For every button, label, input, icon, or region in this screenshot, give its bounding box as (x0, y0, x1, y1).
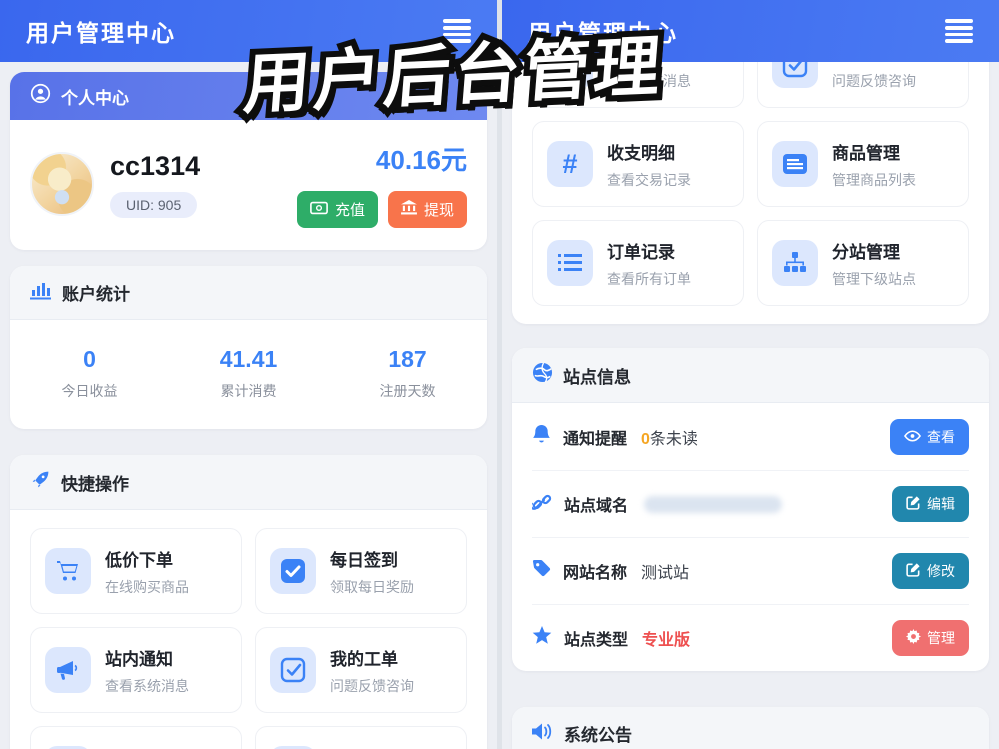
bank-icon (401, 200, 417, 219)
announce-section-header: 系统公告 (512, 707, 989, 749)
uid-badge: UID: 905 (110, 191, 198, 218)
stats-section-title: 账户统计 (62, 285, 130, 304)
check-outline-icon (270, 647, 316, 693)
hash-icon: # (547, 141, 593, 187)
stat-today-income: 0 今日收益 (61, 346, 118, 399)
profile-info: cc1314 UID: 905 (110, 151, 200, 218)
profile-card: 个人中心 cc1314 UID: 905 40.16元 充值 提现 (10, 72, 487, 250)
site-section-title: 站点信息 (563, 367, 631, 387)
row-notifications: 通知提醒 0条未读 查看 (532, 403, 969, 470)
app-title: 用户管理中心 (26, 20, 176, 46)
profile-section-header: 个人中心 (10, 72, 487, 120)
link-icon (529, 492, 552, 517)
stats-card: 账户统计 0 今日收益 41.41 累计消费 187 注册天数 (10, 266, 487, 429)
quick-section-header: 快捷操作 (10, 455, 487, 510)
action-transactions[interactable]: # 收支明细 查看交易记录 (30, 726, 242, 749)
action-substation-manage[interactable]: 分站管理 管理下级站点 (757, 220, 969, 306)
quick-actions-card: 快捷操作 低价下单 在线购买商品 每日签到 领取每日奖励 站内通知 查看系统消息… (10, 455, 487, 749)
action-transactions[interactable]: # 收支明细 查看交易记录 (532, 121, 744, 207)
stats-section-header: 账户统计 (10, 266, 487, 320)
row-site-domain: 站点域名 编辑 (529, 470, 969, 537)
manage-button[interactable]: 管理 (892, 620, 969, 656)
quick-actions-grid: 低价下单 在线购买商品 每日签到 领取每日奖励 站内通知 查看系统消息 我的工单… (10, 510, 487, 749)
globe-icon (532, 362, 553, 388)
site-section-header: 站点信息 (512, 348, 989, 403)
action-site-notice[interactable]: 站内通知 查看系统消息 (30, 627, 242, 713)
right-content: 站内通知 查看系统消息 我的工单 问题反馈咨询 # (502, 62, 999, 749)
withdraw-button[interactable]: 提现 (387, 191, 467, 228)
view-button[interactable]: 查看 (890, 418, 969, 455)
site-info-card: 站点信息 通知提醒 0条未读 查看 站点域名 编辑 网站名称 测试站 修改 站点… (512, 348, 989, 671)
edit-domain-button[interactable]: 编辑 (892, 486, 969, 522)
star-icon (532, 626, 552, 650)
check-solid-icon (270, 548, 316, 594)
person-circle-icon (30, 83, 51, 109)
speaker-icon (532, 722, 554, 746)
action-site-notice[interactable]: 站内通知 查看系统消息 (532, 62, 744, 108)
edit-icon (906, 562, 921, 580)
unread-count: 0 (641, 430, 650, 448)
action-product-manage[interactable]: 商品管理 管理商品列表 (757, 121, 969, 207)
stats-body: 0 今日收益 41.41 累计消费 187 注册天数 (10, 320, 487, 429)
action-order-history[interactable]: 订单记录 查看所有订单 (532, 220, 744, 306)
avatar[interactable] (30, 152, 94, 216)
announcements-card: 系统公告 (512, 707, 989, 749)
right-phone-screen: 用户管理中心 站内通知 查看系统消息 (502, 0, 999, 749)
table-icon (772, 141, 818, 187)
edit-icon (906, 495, 921, 513)
profile-section-title: 个人中心 (61, 88, 129, 108)
megaphone-icon (547, 62, 593, 88)
action-low-price-order[interactable]: 低价下单 在线购买商品 (30, 528, 242, 614)
recharge-button[interactable]: 充值 (296, 191, 378, 228)
username: cc1314 (110, 150, 201, 181)
megaphone-icon (45, 647, 91, 693)
app-title: 用户管理中心 (528, 20, 678, 46)
list-icon (547, 240, 593, 286)
site-name-value: 测试站 (641, 565, 690, 582)
bar-chart-icon (30, 280, 52, 305)
app-bar: 用户管理中心 (502, 0, 999, 62)
app-bar: 用户管理中心 (0, 0, 497, 62)
row-site-type: 站点类型 专业版 管理 (532, 604, 969, 671)
bell-icon (532, 424, 551, 450)
sitemap-icon (772, 240, 818, 286)
tag-icon (532, 559, 551, 583)
balance-block: 40.16元 充值 提现 (296, 140, 467, 228)
blurred-domain-value (644, 495, 783, 513)
rocket-icon (30, 469, 51, 495)
stat-total-spend: 41.41 累计消费 (219, 346, 278, 399)
left-content: 个人中心 cc1314 UID: 905 40.16元 充值 提现 账户统计 0… (0, 62, 497, 749)
action-daily-checkin[interactable]: 每日签到 领取每日奖励 (255, 528, 467, 614)
left-phone-screen: 用户管理中心 个人中心 cc1314 UID: 905 40.16元 充值 提现… (0, 0, 497, 749)
eye-icon (904, 429, 921, 445)
action-product-manage[interactable]: 商品管理 管理商品列表 (255, 726, 467, 749)
action-my-tickets[interactable]: 我的工单 问题反馈咨询 (255, 627, 467, 713)
menu-icon[interactable] (945, 19, 973, 43)
quick-actions-grid: 站内通知 查看系统消息 我的工单 问题反馈咨询 # (512, 62, 989, 324)
site-type-value: 专业版 (642, 632, 691, 649)
banknote-icon (310, 201, 328, 219)
announce-section-title: 系统公告 (564, 726, 632, 745)
action-my-tickets[interactable]: 我的工单 问题反馈咨询 (757, 62, 969, 108)
cart-icon (45, 548, 91, 594)
gear-icon (906, 629, 921, 647)
quick-section-title: 快捷操作 (61, 474, 129, 494)
quick-actions-card-scrolled: 站内通知 查看系统消息 我的工单 问题反馈咨询 # (512, 62, 989, 324)
row-site-name: 网站名称 测试站 修改 (532, 537, 969, 604)
stat-days-registered: 187 注册天数 (379, 346, 436, 399)
menu-icon[interactable] (443, 19, 471, 43)
modify-name-button[interactable]: 修改 (892, 553, 969, 589)
check-outline-icon (772, 62, 818, 88)
profile-body: cc1314 UID: 905 40.16元 充值 提现 (10, 120, 487, 250)
balance-amount: 40.16元 (375, 145, 467, 175)
site-rows: 通知提醒 0条未读 查看 站点域名 编辑 网站名称 测试站 修改 站点类型 专业… (512, 403, 989, 671)
